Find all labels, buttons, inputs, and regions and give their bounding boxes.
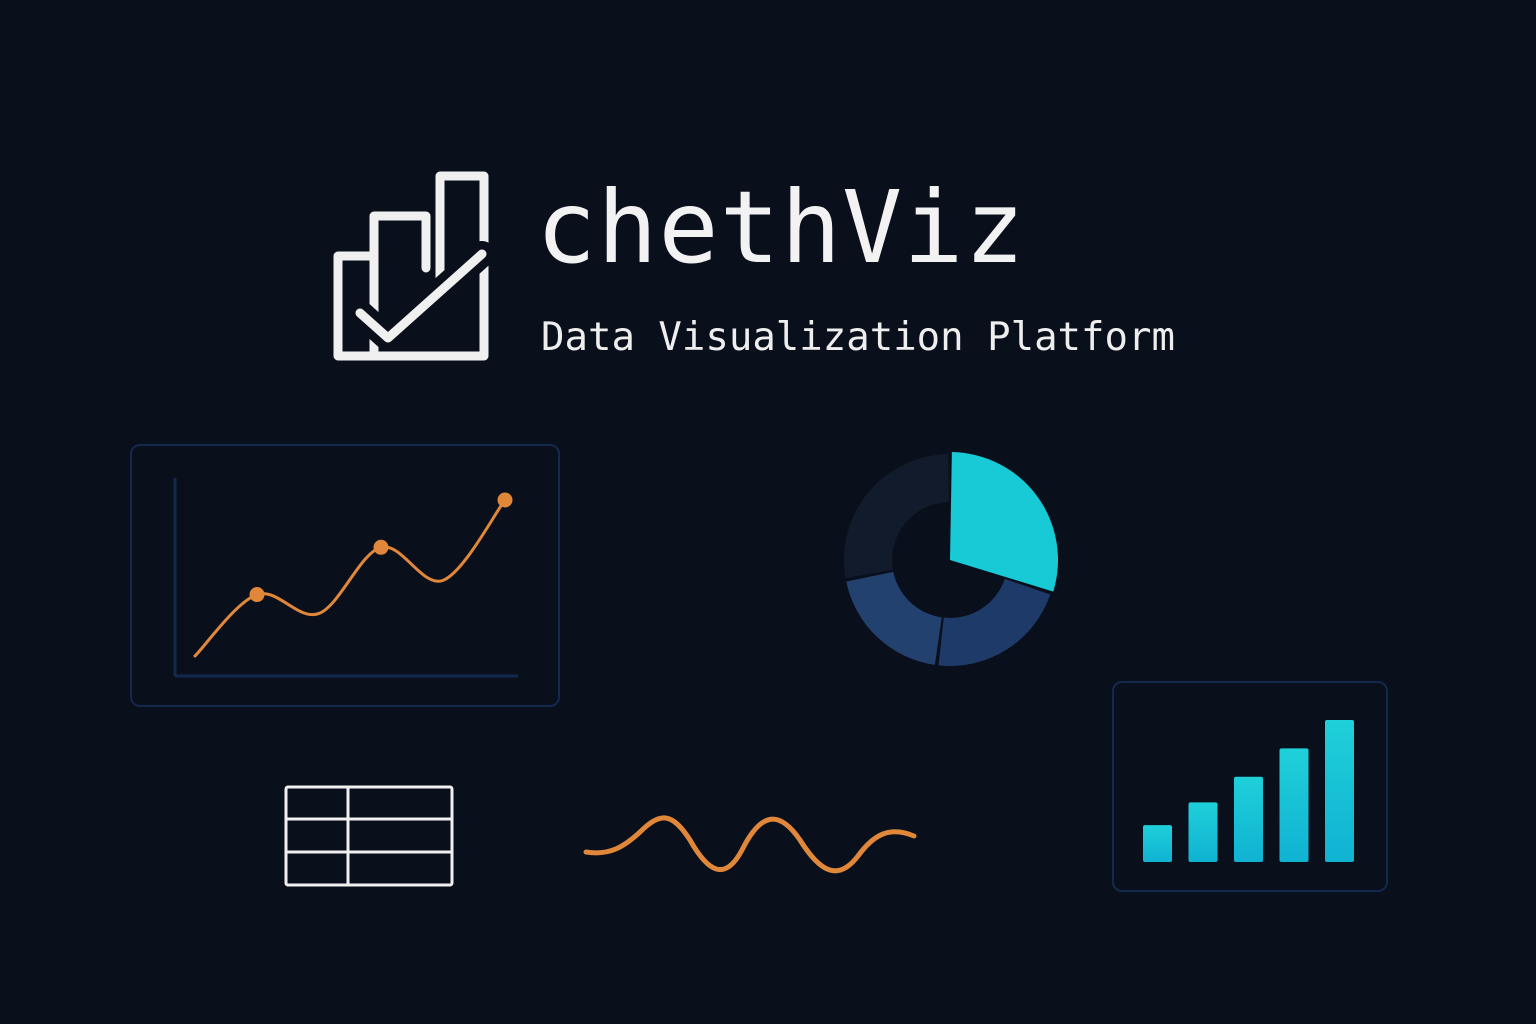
splash-screen: chethViz Data Visualization Platform (0, 0, 1536, 1024)
wave-icon (583, 815, 917, 874)
